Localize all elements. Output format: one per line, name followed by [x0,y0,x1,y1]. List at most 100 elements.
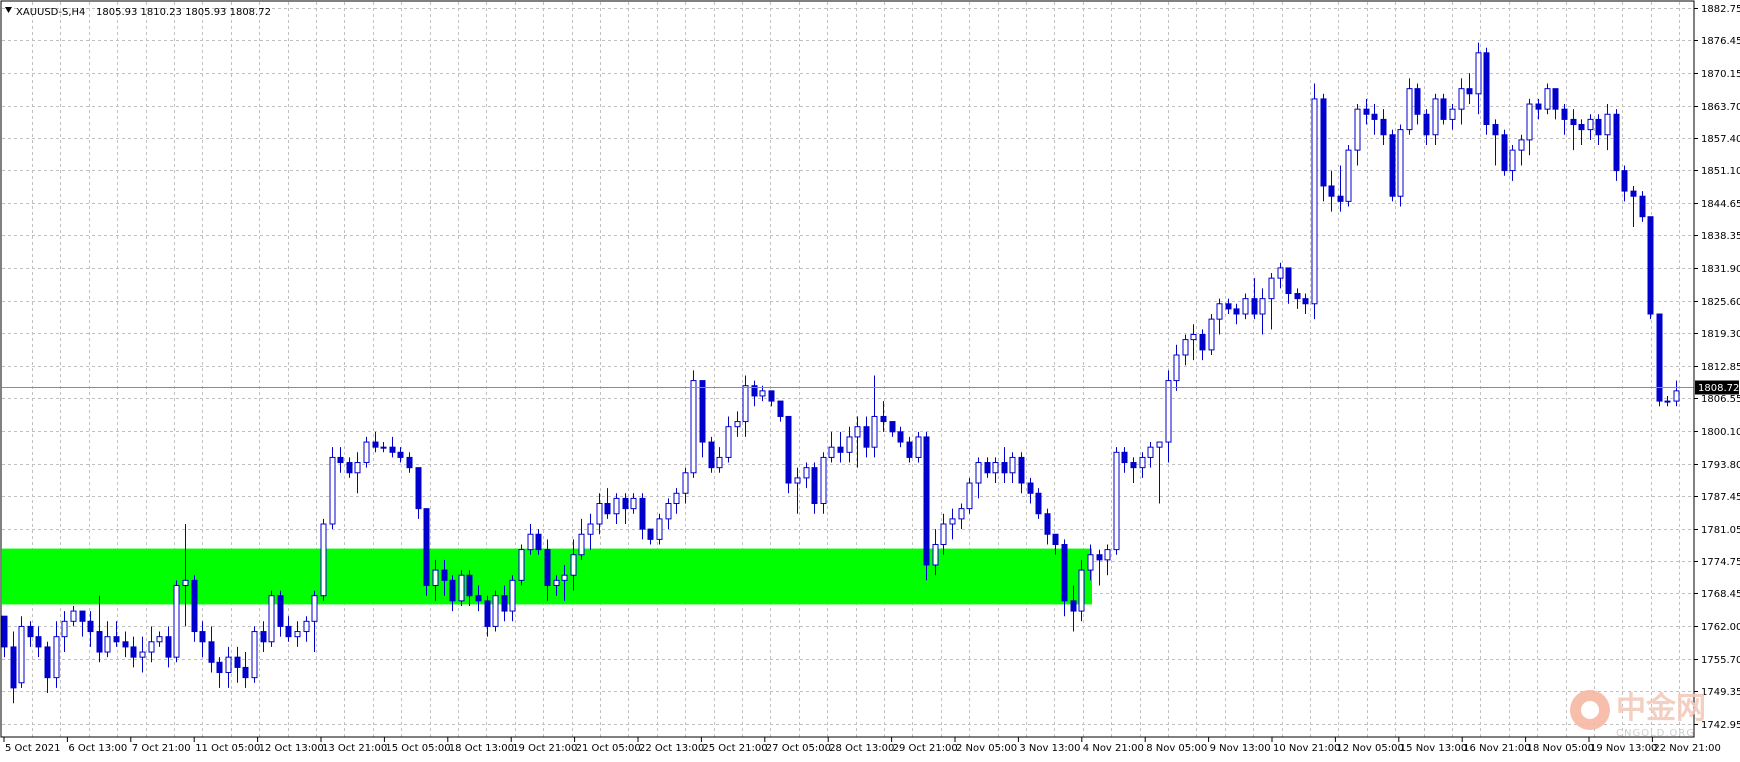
candle-body [544,549,551,586]
candle-body [501,595,508,612]
candle-body [1294,293,1301,300]
symbol-label: XAUUSD-S,H4 [16,7,85,18]
candle [966,477,973,514]
candle-body [1096,554,1103,561]
candle-body [880,415,887,423]
candle-body [329,456,336,525]
candle-body [984,462,991,474]
candle-body [130,646,137,658]
chart-header: XAUUSD-S,H4 1805.93 1810.23 1805.93 1808… [5,7,271,18]
time-tick-label: 4 Nov 21:00 [1083,743,1144,754]
candle-body [1242,298,1249,315]
candle-body [1449,108,1456,120]
candle-body [458,574,465,602]
candle-body [1173,354,1180,382]
candle [1483,47,1490,135]
candle-body [389,446,396,453]
candle-body [811,467,818,505]
candle-body [1587,118,1594,131]
candle-body [251,631,258,679]
candle-body [225,656,232,674]
time-tick-label: 29 Oct 21:00 [893,743,958,754]
time-tick-label: 28 Oct 13:00 [829,743,894,754]
price-tick-label: 1831.90 [1701,264,1740,275]
candle-body [122,641,129,648]
candle-body [285,625,292,638]
candle-body [1182,339,1189,356]
time-tick-label: 3 Nov 13:00 [1019,743,1080,754]
candle-body [139,651,146,658]
candle-body [1225,303,1232,310]
candle-body [570,554,577,576]
candle-body [53,636,60,679]
candle-body [578,533,585,556]
candle-body [44,646,51,679]
candle-body [906,441,913,458]
candle-body [27,625,34,638]
candle-body [923,436,930,566]
candle [785,415,792,494]
candle [1345,145,1352,207]
candle-body [1492,124,1499,136]
candle-body [1656,313,1663,402]
time-tick-label: 5 Oct 2021 [5,743,60,754]
candle-body [208,641,215,663]
candle-body [871,415,878,448]
candle-body [673,492,680,505]
candle-body [1535,103,1542,110]
candle-body [1259,298,1266,315]
candle-body [1113,451,1120,551]
candle [708,436,715,473]
candle-body [1475,52,1482,95]
candle-body [1639,195,1646,218]
time-tick-label: 27 Oct 05:00 [766,743,831,754]
candle-body [1251,298,1258,315]
candle-body [966,482,973,510]
time-tick-label: 19 Oct 21:00 [512,743,577,754]
candle-body [768,390,775,402]
candle-body [949,518,956,525]
candle [1613,109,1620,181]
candle-body [1277,267,1284,279]
candle-body [277,595,284,627]
candle-body [484,600,491,627]
candle-body [561,574,568,581]
time-tick-label: 25 Oct 21:00 [702,743,767,754]
price-tick-label: 1863.70 [1701,102,1740,113]
candle-body [1044,513,1051,535]
candle-body [777,400,784,417]
time-tick-label: 9 Nov 13:00 [1210,743,1271,754]
candle-body [432,569,439,586]
candle-body [1630,190,1637,197]
candle-body [1061,543,1068,602]
price-tick-label: 1749.35 [1701,687,1740,698]
candle [518,544,525,586]
candle-body [1613,113,1620,172]
time-tick-label: 22 Oct 13:00 [639,743,704,754]
price-chart[interactable]: 1882.75 1876.45 1870.15 1863.70 1857.40 1851.… [0,0,1740,762]
candle-body [889,421,896,433]
candle-body [854,426,861,438]
candle-body [940,523,947,545]
candle-body [1027,482,1034,494]
candle-body [1147,446,1154,458]
candle-body [96,631,103,653]
candle [1113,447,1120,555]
candle [1656,313,1663,407]
candle-body [242,666,249,679]
brand-logo-inner-icon [1581,701,1599,719]
price-tick-label: 1774.75 [1701,557,1740,568]
candle-body [1440,98,1447,120]
candle-body [397,451,404,458]
price-tick-label: 1838.35 [1701,231,1740,242]
candle-body [1406,88,1413,131]
price-tick-label: 1870.15 [1701,69,1740,80]
candle-body [1380,118,1387,136]
candle-body [372,441,379,448]
candle-body [992,462,999,474]
candle-body [1104,549,1111,561]
brand-domain: CNGOLD.ORG [1616,728,1695,739]
candle-body [70,610,77,622]
candle-body [1526,103,1533,141]
candle-body [1035,492,1042,515]
